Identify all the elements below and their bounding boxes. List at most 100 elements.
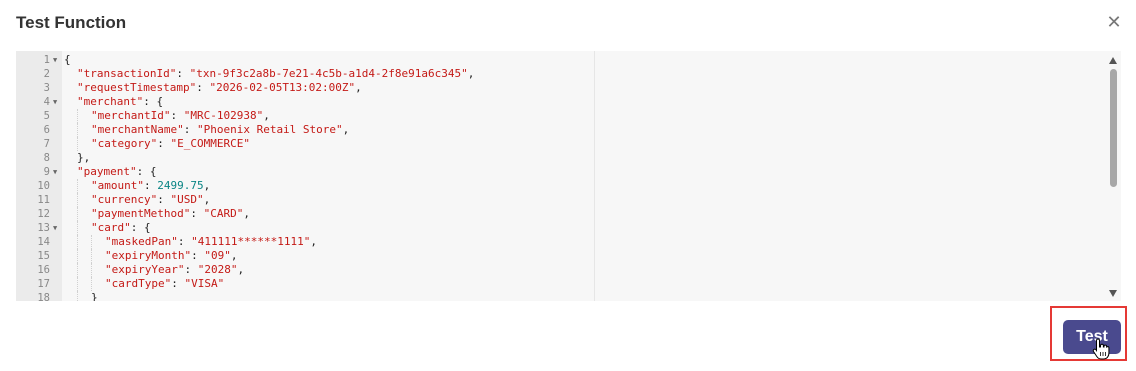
json-punctuation: : [196, 81, 210, 94]
fold-arrow-icon[interactable]: ▼ [53, 165, 61, 179]
json-key: "expiryYear" [105, 263, 185, 276]
test-function-dialog: Test Function ✕ 1 ▼{2 "transactionId": "tx… [0, 0, 1136, 371]
json-punctuation: : [190, 207, 204, 220]
code-line[interactable]: 2 "transactionId": "txn-9f3c2a8b-7e21-4c5… [16, 67, 1121, 81]
indent-guide [77, 179, 91, 193]
scroll-down-arrow-icon[interactable] [1109, 290, 1117, 297]
indent-guide [64, 137, 77, 151]
code-text: "merchantId": "MRC-102938", [64, 109, 270, 123]
code-line[interactable]: 5 "merchantId": "MRC-102938", [16, 109, 1121, 123]
indent-guide [77, 277, 91, 291]
json-punctuation: , [203, 179, 211, 192]
indent-guide [77, 193, 91, 207]
code-line[interactable]: 12 "paymentMethod": "CARD", [16, 207, 1121, 221]
code-text: { [64, 53, 71, 67]
json-key: "transactionId" [77, 67, 177, 80]
json-punctuation: : [176, 67, 190, 80]
code-text: } [64, 291, 98, 301]
code-line[interactable]: 16 "expiryYear": "2028", [16, 263, 1121, 277]
json-string-value: "411111******1111" [191, 235, 311, 248]
line-number: 10 [37, 180, 50, 192]
indent-guide [64, 207, 77, 221]
code-lines[interactable]: 1 ▼{2 "transactionId": "txn-9f3c2a8b-7e21-… [16, 53, 1121, 301]
json-key: "merchant" [77, 95, 144, 108]
json-punctuation: : [184, 263, 198, 276]
close-icon[interactable]: ✕ [1104, 12, 1124, 32]
code-text: }, [64, 151, 90, 165]
line-number: 1 [43, 54, 50, 66]
code-line[interactable]: 15 "expiryMonth": "09", [16, 249, 1121, 263]
line-number: 14 [37, 236, 50, 248]
line-number: 8 [43, 152, 50, 164]
scroll-up-arrow-icon[interactable] [1109, 57, 1117, 64]
code-line[interactable]: 1 ▼{ [16, 53, 1121, 67]
json-punctuation: : [183, 123, 197, 136]
indent-guide [64, 277, 77, 291]
indent-guide [64, 95, 77, 109]
indent-guide [64, 81, 77, 95]
editor-vertical-scrollbar[interactable] [1106, 51, 1121, 301]
code-text: "category": "E_COMMERCE" [64, 137, 250, 151]
json-punctuation: : { [136, 165, 157, 178]
line-number: 6 [43, 124, 50, 136]
json-string-value: "MRC-102938" [183, 109, 264, 122]
code-line[interactable]: 17 "cardType": "VISA" [16, 277, 1121, 291]
code-line[interactable]: 6 "merchantName": "Phoenix Retail Store", [16, 123, 1121, 137]
json-string-value: "USD" [170, 193, 204, 206]
code-line[interactable]: 9 ▼ "payment": { [16, 165, 1121, 179]
indent-guide [64, 165, 77, 179]
line-number: 7 [43, 138, 50, 150]
json-punctuation: : [143, 179, 158, 192]
code-line[interactable]: 13 ▼ "card": { [16, 221, 1121, 235]
hand-pointer-cursor-icon [1092, 338, 1110, 360]
json-key: "card" [91, 221, 131, 234]
indent-guide [77, 221, 91, 235]
line-number: 15 [37, 250, 50, 262]
code-text: "merchantName": "Phoenix Retail Store", [64, 123, 349, 137]
line-number: 16 [37, 264, 50, 276]
json-key: "merchantId" [91, 109, 171, 122]
code-text: "merchant": { [64, 95, 163, 109]
json-punctuation: : [157, 137, 171, 150]
json-punctuation: : { [130, 221, 151, 234]
indent-guide [77, 137, 91, 151]
fold-arrow-icon[interactable]: ▼ [53, 95, 61, 109]
json-key: "paymentMethod" [91, 207, 191, 220]
json-string-value: "txn-9f3c2a8b-7e21-4c5b-a1d4-2f8e91a6c34… [189, 67, 468, 80]
json-key: "currency" [91, 193, 158, 206]
json-string-value: "2028" [197, 263, 238, 276]
code-text: "cardType": "VISA" [64, 277, 224, 291]
dialog-title: Test Function [16, 13, 127, 32]
json-punctuation: , [467, 67, 475, 80]
json-code-editor[interactable]: 1 ▼{2 "transactionId": "txn-9f3c2a8b-7e21-… [16, 51, 1121, 301]
json-string-value: "09" [204, 249, 231, 262]
json-punctuation: , [310, 235, 317, 248]
json-punctuation: } [91, 291, 98, 301]
code-line[interactable]: 3 "requestTimestamp": "2026-02-05T13:02:0… [16, 81, 1121, 95]
json-key: "payment" [77, 165, 137, 178]
code-line[interactable]: 18} [16, 291, 1121, 301]
code-line[interactable]: 14 "maskedPan": "411111******1111", [16, 235, 1121, 249]
code-line[interactable]: 7 "category": "E_COMMERCE" [16, 137, 1121, 151]
code-line[interactable]: 11 "currency": "USD", [16, 193, 1121, 207]
json-punctuation: , [355, 81, 362, 94]
code-line[interactable]: 10 "amount": 2499.75, [16, 179, 1121, 193]
code-line[interactable]: 4 ▼ "merchant": { [16, 95, 1121, 109]
code-text: "transactionId": "txn-9f3c2a8b-7e21-4c5b… [64, 67, 474, 81]
json-number-value: 2499.75 [157, 179, 204, 192]
json-punctuation: : [177, 235, 192, 248]
json-key: "cardType" [105, 277, 172, 290]
indent-guide [64, 291, 77, 301]
scrollbar-thumb[interactable] [1110, 69, 1117, 187]
indent-guide [77, 123, 91, 137]
json-key: "requestTimestamp" [77, 81, 197, 94]
indent-guide [77, 291, 91, 301]
indent-guide [91, 263, 105, 277]
fold-arrow-icon[interactable]: ▼ [53, 53, 61, 67]
json-punctuation: , [237, 263, 245, 276]
json-punctuation: : [170, 109, 184, 122]
json-key: "expiryMonth" [105, 249, 192, 262]
fold-arrow-icon[interactable]: ▼ [53, 221, 61, 235]
code-line[interactable]: 8}, [16, 151, 1121, 165]
line-number: 12 [37, 208, 50, 220]
